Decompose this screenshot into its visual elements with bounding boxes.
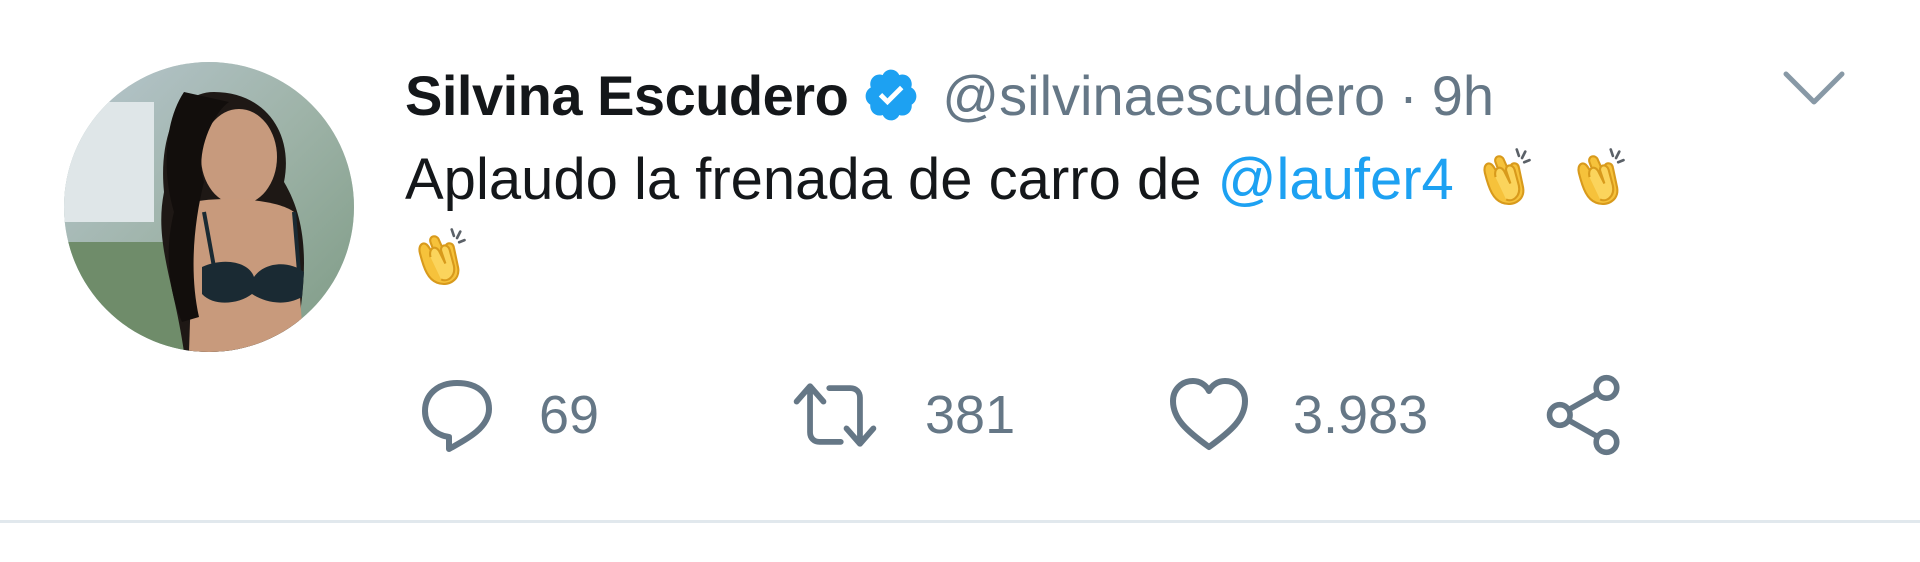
tweet-text: Aplaudo la frenada de carro de @laufer4 <box>405 140 1825 300</box>
tweet-header: Silvina Escudero @silvinaescudero · 9h <box>405 60 1494 130</box>
mention-link[interactable]: @laufer4 <box>1218 147 1454 212</box>
reply-button[interactable]: 69 <box>417 370 599 460</box>
chevron-down-icon[interactable] <box>1782 66 1846 112</box>
reply-icon <box>422 380 492 452</box>
divider <box>0 520 1920 523</box>
like-button[interactable]: 3.983 <box>1167 370 1428 460</box>
reply-count: 69 <box>539 385 600 445</box>
clapping-hands-emoji <box>405 221 473 289</box>
avatar[interactable] <box>64 62 354 352</box>
handle[interactable]: @silvinaescudero <box>942 63 1385 128</box>
retweet-count: 381 <box>925 385 1016 445</box>
display-name[interactable]: Silvina Escudero <box>405 63 849 128</box>
tweet-card[interactable]: Silvina Escudero @silvinaescudero · 9h A… <box>0 0 1920 520</box>
retweet-icon <box>793 383 877 447</box>
retweet-button[interactable]: 381 <box>787 370 1015 460</box>
separator-dot: · <box>1399 63 1418 127</box>
clapping-hands-emoji <box>1564 141 1632 209</box>
heart-icon <box>1170 378 1248 450</box>
verified-badge-icon <box>862 66 920 124</box>
share-icon <box>1546 374 1620 456</box>
avatar-photo <box>64 62 354 352</box>
like-count: 3.983 <box>1293 385 1429 445</box>
clapping-hands-emoji <box>1470 141 1538 209</box>
timestamp[interactable]: 9h <box>1432 63 1494 128</box>
tweet-text-content: Aplaudo la frenada de carro de <box>405 147 1218 212</box>
share-button[interactable] <box>1543 370 1627 460</box>
